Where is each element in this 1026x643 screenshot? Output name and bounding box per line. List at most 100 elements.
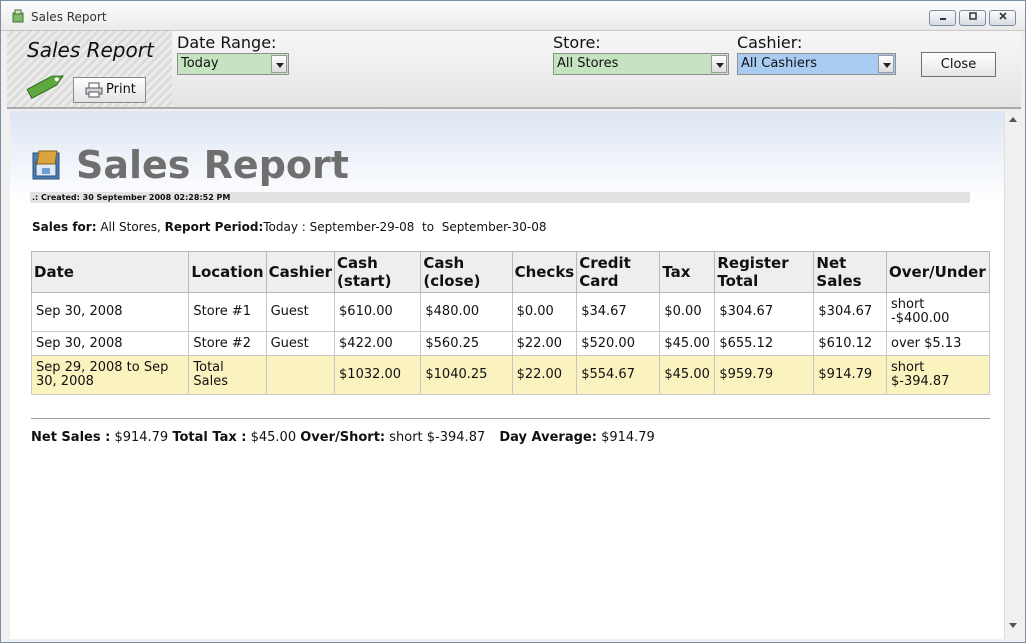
sales-table: Date Location Cashier Cash (start) Cash … <box>30 251 990 395</box>
table-cell: $0.00 <box>511 292 578 332</box>
close-button[interactable]: Close <box>921 52 996 77</box>
close-window-button[interactable] <box>989 10 1016 26</box>
column-header: Tax <box>659 251 716 293</box>
report-period-value: Today : September-29-08 to September-30-… <box>263 220 547 234</box>
cashier-select[interactable]: All Cashiers <box>737 53 896 75</box>
window-title: Sales Report <box>31 10 107 24</box>
report-filter-summary: Sales for: All Stores, Report Period:Tod… <box>32 220 546 234</box>
table-cell: Guest <box>265 331 336 356</box>
total-tax-label: Total Tax : <box>172 430 247 445</box>
chevron-down-icon[interactable] <box>878 55 894 73</box>
table-cell: $655.12 <box>714 331 815 356</box>
column-header: Cash (start) <box>334 251 422 293</box>
table-cell: $45.00 <box>659 331 716 356</box>
table-cell: $959.79 <box>714 355 815 395</box>
table-cell: Store #2 <box>188 331 267 356</box>
table-cell: $914.79 <box>813 355 887 395</box>
sales-for-label: Sales for: <box>32 220 97 234</box>
total-tax-value: $45.00 <box>246 430 301 445</box>
table-row: Sep 30, 2008 Store #1 Guest $610.00 $480… <box>30 292 990 332</box>
table-row: Sep 30, 2008 Store #2 Guest $422.00 $560… <box>30 331 990 356</box>
table-cell: Total Sales <box>188 355 267 395</box>
sale-tag-icon <box>26 75 64 99</box>
date-range-label: Date Range: <box>177 33 277 52</box>
column-header: Register Total <box>714 251 815 293</box>
table-cell: short $-394.87 <box>886 355 990 395</box>
table-cell: $22.00 <box>511 355 578 395</box>
print-button[interactable]: Print <box>73 77 146 103</box>
store-value: All Stores <box>557 56 619 71</box>
net-sales-value: $914.79 <box>110 430 173 445</box>
table-cell: Sep 30, 2008 <box>30 292 190 332</box>
title-bar: Sales Report <box>1 1 1025 31</box>
table-cell: $422.00 <box>334 331 422 356</box>
table-header-row: Date Location Cashier Cash (start) Cash … <box>30 251 990 293</box>
report-toolbar: Sales Report Print Date Range: Today Sto… <box>7 31 1021 109</box>
printer-icon <box>85 82 103 98</box>
print-label: Print <box>106 82 136 97</box>
cashier-value: All Cashiers <box>741 56 818 71</box>
over-short-value: short $-394.87 <box>385 430 490 445</box>
app-icon <box>12 9 24 23</box>
table-cell <box>265 355 336 395</box>
report-period-label: Report Period: <box>164 220 264 234</box>
column-header: Date <box>30 251 190 293</box>
table-cell: $1040.25 <box>420 355 513 395</box>
column-header: Location <box>188 251 267 293</box>
table-cell: $480.00 <box>420 292 513 332</box>
date-range-select[interactable]: Today <box>177 53 289 75</box>
table-cell: Guest <box>265 292 336 332</box>
report-created-timestamp: .: Created: 30 September 2008 02:28:52 P… <box>30 192 970 203</box>
table-cell: $610.12 <box>813 331 887 356</box>
report-content: Sales Report .: Created: 30 September 20… <box>10 111 1004 639</box>
sales-report-window: Sales Report Sales Report Print Date Ran… <box>0 0 1026 643</box>
sales-for-value: All Stores, <box>96 220 165 234</box>
maximize-button[interactable] <box>959 10 986 26</box>
table-cell: $304.67 <box>714 292 815 332</box>
day-average-value: $914.79 <box>596 430 655 445</box>
column-header: Credit Card <box>576 251 661 293</box>
chevron-down-icon[interactable] <box>271 55 287 73</box>
over-short-label: Over/Short: <box>300 430 386 445</box>
report-box-icon <box>32 150 60 180</box>
toolbar-title: Sales Report <box>27 38 154 62</box>
table-cell: Sep 30, 2008 <box>30 331 190 356</box>
column-header: Checks <box>511 251 578 293</box>
column-header: Net Sales <box>813 251 887 293</box>
store-label: Store: <box>553 33 601 52</box>
cashier-label: Cashier: <box>737 33 803 52</box>
table-cell: Sep 29, 2008 to Sep 30, 2008 <box>30 355 190 395</box>
net-sales-label: Net Sales : <box>31 430 111 445</box>
close-icon <box>998 12 1007 20</box>
column-header: Cash (close) <box>420 251 513 293</box>
table-cell: $304.67 <box>813 292 887 332</box>
table-cell: Store #1 <box>188 292 267 332</box>
divider <box>31 418 990 419</box>
column-header: Over/Under <box>886 251 990 293</box>
table-cell: $0.00 <box>659 292 716 332</box>
vertical-scrollbar[interactable] <box>1004 111 1021 639</box>
report-summary: Net Sales : $914.79 Total Tax : $45.00 O… <box>31 430 655 445</box>
restore-icon <box>968 12 977 20</box>
day-average-label: Day Average: <box>499 430 597 445</box>
chevron-down-icon[interactable] <box>711 55 727 73</box>
table-cell: short -$400.00 <box>886 292 990 332</box>
table-cell: $1032.00 <box>334 355 422 395</box>
table-cell: $560.25 <box>420 331 513 356</box>
table-cell: $34.67 <box>576 292 661 332</box>
report-title: Sales Report <box>76 143 349 187</box>
total-row: Sep 29, 2008 to Sep 30, 2008 Total Sales… <box>30 355 990 395</box>
scroll-up-arrow-icon[interactable] <box>1009 117 1017 122</box>
store-select[interactable]: All Stores <box>553 53 729 75</box>
minimize-button[interactable] <box>929 10 956 26</box>
table-cell: $554.67 <box>576 355 661 395</box>
scroll-down-arrow-icon[interactable] <box>1009 623 1017 628</box>
table-cell: $22.00 <box>511 331 578 356</box>
table-cell: $610.00 <box>334 292 422 332</box>
table-cell: $45.00 <box>659 355 716 395</box>
minimize-icon <box>939 18 946 20</box>
date-range-value: Today <box>181 56 219 71</box>
table-cell: over $5.13 <box>886 331 990 356</box>
column-header: Cashier <box>265 251 336 293</box>
table-cell: $520.00 <box>576 331 661 356</box>
